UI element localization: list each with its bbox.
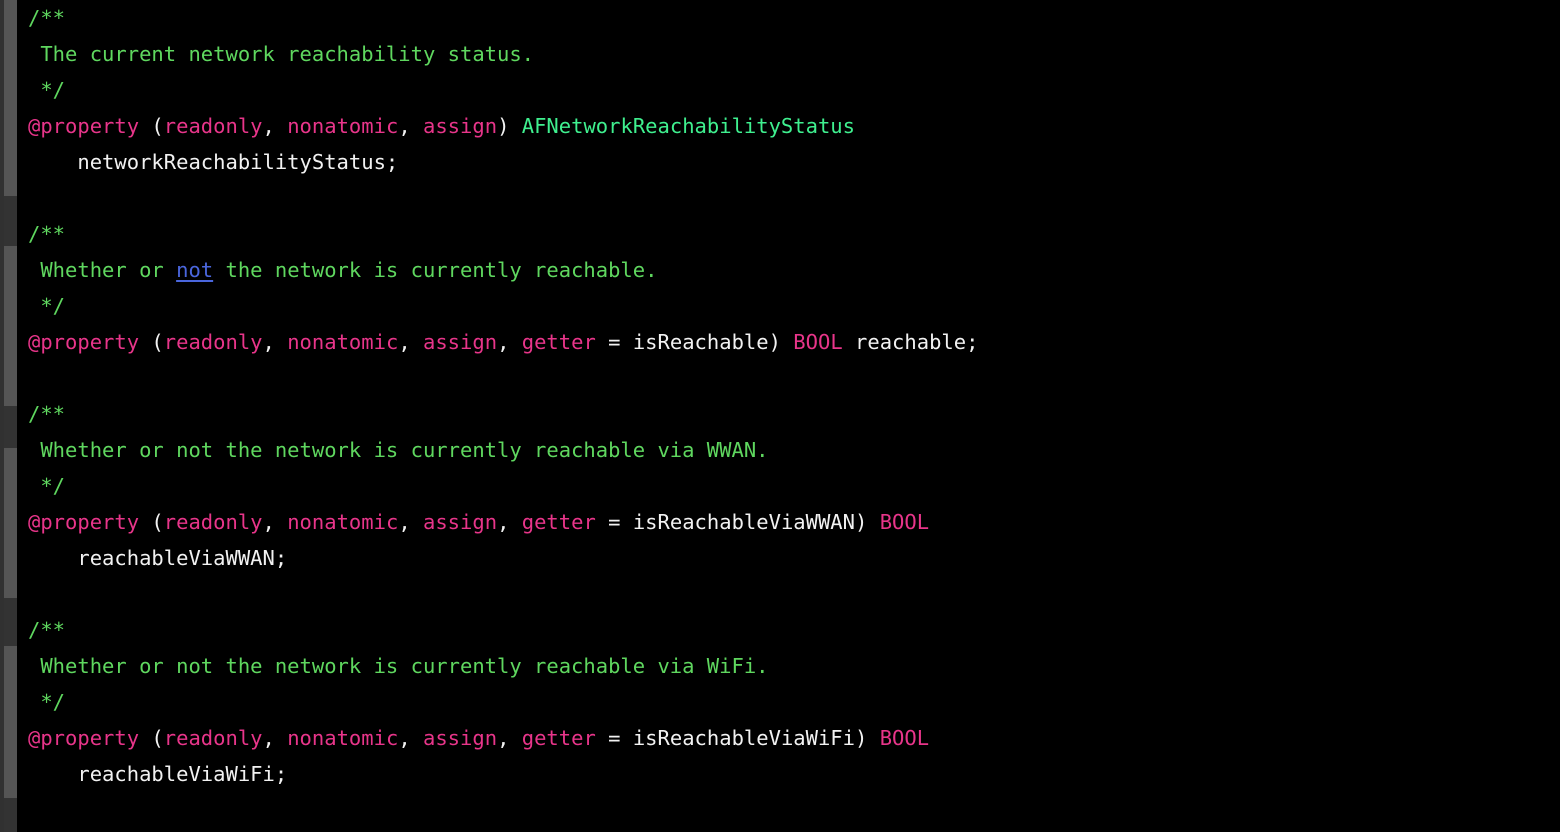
- code-token-plain: ,: [262, 114, 288, 138]
- code-token-plain: = isReachableViaWiFi): [595, 726, 880, 750]
- code-line[interactable]: [28, 576, 1560, 612]
- editor-gutter[interactable]: [0, 0, 22, 832]
- gutter-marker-1[interactable]: [4, 196, 17, 246]
- code-line-list: /** The current network reachability sta…: [28, 0, 1560, 792]
- code-token-plain: (: [139, 330, 164, 354]
- code-token-comment: Whether or: [28, 258, 177, 282]
- code-token-plain: reachable;: [842, 330, 979, 354]
- code-token-plain: reachableViaWWAN;: [28, 546, 288, 570]
- code-token-plain: ,: [398, 510, 423, 534]
- code-token-comment: /**: [28, 618, 66, 642]
- gutter-marker-2[interactable]: [4, 246, 17, 406]
- code-token-keyword: readonly: [163, 510, 263, 534]
- code-token-comment: Whether or not the network is currently …: [28, 654, 769, 678]
- code-line[interactable]: @property (readonly, nonatomic, assign, …: [28, 720, 1560, 756]
- code-token-keyword: @property: [28, 726, 140, 750]
- code-editor-viewport: /** The current network reachability sta…: [0, 0, 1560, 832]
- code-token-plain: ,: [497, 726, 522, 750]
- code-line[interactable]: Whether or not the network is currently …: [28, 648, 1560, 684]
- code-token-comment: */: [28, 690, 66, 714]
- code-line[interactable]: [28, 360, 1560, 396]
- code-token-comment: Whether or not the network is currently …: [28, 438, 769, 462]
- code-line[interactable]: The current network reachability status.: [28, 36, 1560, 72]
- code-line[interactable]: @property (readonly, nonatomic, assign) …: [28, 108, 1560, 144]
- code-token-keyword: assign: [423, 114, 498, 138]
- code-token-keyword: BOOL: [879, 726, 930, 750]
- code-token-keyword: BOOL: [879, 510, 930, 534]
- code-line[interactable]: /**: [28, 612, 1560, 648]
- code-token-keyword: nonatomic: [287, 114, 399, 138]
- code-content-area[interactable]: /** The current network reachability sta…: [22, 0, 1560, 832]
- code-token-keyword: readonly: [163, 330, 263, 354]
- code-token-keyword: getter: [521, 726, 596, 750]
- code-token-plain: = isReachable): [595, 330, 794, 354]
- code-token-keyword: assign: [423, 726, 498, 750]
- code-line[interactable]: */: [28, 72, 1560, 108]
- code-line[interactable]: */: [28, 684, 1560, 720]
- code-line[interactable]: */: [28, 288, 1560, 324]
- code-token-keyword: nonatomic: [287, 330, 399, 354]
- gutter-marker-4[interactable]: [4, 448, 17, 598]
- code-token-comment: The current network reachability status.: [28, 42, 535, 66]
- code-line[interactable]: reachableViaWWAN;: [28, 540, 1560, 576]
- code-token-plain: (: [139, 114, 164, 138]
- code-token-type: AFNetworkReachabilityStatus: [521, 114, 855, 138]
- code-line[interactable]: @property (readonly, nonatomic, assign, …: [28, 324, 1560, 360]
- code-line[interactable]: */: [28, 468, 1560, 504]
- code-token-plain: ,: [398, 114, 423, 138]
- doc-link[interactable]: not: [176, 258, 213, 282]
- gutter-marker-5[interactable]: [4, 598, 17, 646]
- code-token-comment: /**: [28, 6, 66, 30]
- code-token-keyword: assign: [423, 330, 498, 354]
- code-token-comment: /**: [28, 402, 66, 426]
- code-token-plain: ,: [398, 726, 423, 750]
- code-token-keyword: getter: [521, 510, 596, 534]
- code-token-keyword: assign: [423, 510, 498, 534]
- code-token-keyword: @property: [28, 510, 140, 534]
- code-token-plain: ,: [497, 510, 522, 534]
- gutter-marker-0[interactable]: [4, 0, 17, 196]
- gutter-marker-7[interactable]: [4, 798, 17, 832]
- code-token-comment: the network is currently reachable.: [213, 258, 658, 282]
- code-line[interactable]: Whether or not the network is currently …: [28, 432, 1560, 468]
- gutter-marker-3[interactable]: [4, 406, 17, 448]
- code-token-comment: */: [28, 474, 66, 498]
- code-token-comment: /**: [28, 222, 66, 246]
- code-token-plain: (: [139, 510, 164, 534]
- code-token-comment: */: [28, 78, 66, 102]
- code-line[interactable]: Whether or not the network is currently …: [28, 252, 1560, 288]
- code-token-comment: */: [28, 294, 66, 318]
- code-token-plain: networkReachabilityStatus;: [28, 150, 399, 174]
- code-line[interactable]: @property (readonly, nonatomic, assign, …: [28, 504, 1560, 540]
- code-token-plain: reachableViaWiFi;: [28, 762, 288, 786]
- code-token-plain: ,: [262, 330, 288, 354]
- code-token-plain: ): [497, 114, 522, 138]
- code-line[interactable]: /**: [28, 0, 1560, 36]
- code-token-plain: = isReachableViaWWAN): [595, 510, 880, 534]
- code-token-keyword: @property: [28, 330, 140, 354]
- code-token-plain: ,: [262, 510, 288, 534]
- code-line[interactable]: networkReachabilityStatus;: [28, 144, 1560, 180]
- code-line[interactable]: reachableViaWiFi;: [28, 756, 1560, 792]
- gutter-marker-6[interactable]: [4, 646, 17, 798]
- code-token-keyword: nonatomic: [287, 510, 399, 534]
- code-line[interactable]: /**: [28, 216, 1560, 252]
- code-token-plain: (: [139, 726, 164, 750]
- code-token-keyword: readonly: [163, 726, 263, 750]
- code-line[interactable]: /**: [28, 396, 1560, 432]
- code-token-keyword: getter: [521, 330, 596, 354]
- code-token-keyword: nonatomic: [287, 726, 399, 750]
- code-token-plain: ,: [262, 726, 288, 750]
- code-token-keyword: readonly: [163, 114, 263, 138]
- code-token-keyword: BOOL: [793, 330, 843, 354]
- code-token-keyword: @property: [28, 114, 140, 138]
- code-token-plain: ,: [497, 330, 522, 354]
- code-line[interactable]: [28, 180, 1560, 216]
- code-token-plain: ,: [398, 330, 423, 354]
